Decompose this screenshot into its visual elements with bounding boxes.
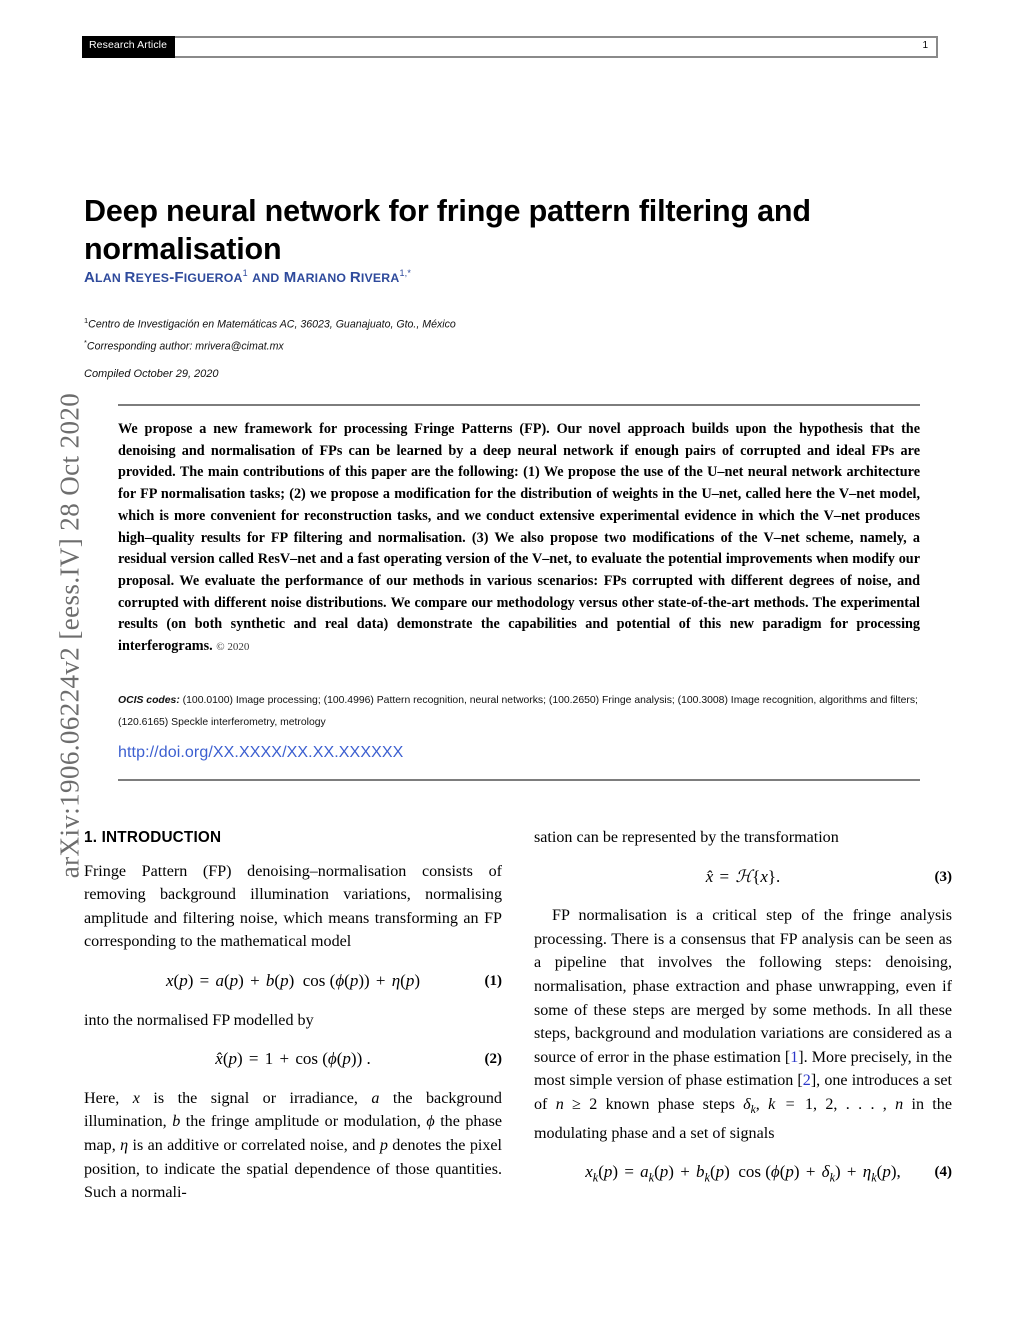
affiliation-1: 1Centro de Investigación en Matemáticas … — [84, 316, 456, 331]
page-number: 1 — [922, 40, 928, 51]
equation-1: x(p) = a(p) + b(p) cos (ϕ(p)) + η(p) (1) — [84, 969, 502, 993]
abstract: We propose a new framework for processin… — [118, 419, 920, 659]
paragraph-right-2: FP normalisation is a critical step of t… — [534, 907, 952, 1142]
paragraph-intro-3: Here, x is the signal or irradiance, a t… — [84, 1089, 503, 1202]
equation-4-number: (4) — [934, 1164, 953, 1181]
paragraph-right-1: sation can be represented by the transfo… — [534, 829, 839, 846]
equation-2: x̂(p) = 1 + cos (ϕ(p)) . (2) — [84, 1047, 502, 1071]
author-list: ALAN REYES-FIGUEROA1 AND MARIANO RIVERA1… — [84, 268, 914, 286]
affiliations: 1Centro de Investigación en Matemáticas … — [84, 312, 914, 355]
header-rule-fill: 1 — [175, 38, 936, 56]
equation-3-number: (3) — [934, 868, 953, 885]
author-2: MARIANO RIVERA1,* — [283, 268, 412, 286]
author-2-affiliation-marker: 1,* — [399, 268, 412, 278]
citation-ref-2[interactable]: 2 — [803, 1072, 811, 1089]
affiliation-2: *Corresponding author: mrivera@cimat.mx — [84, 337, 284, 353]
abstract-rule-top — [118, 404, 920, 406]
body-column-left: 1. INTRODUCTION Fringe Pattern (FP) deno… — [84, 826, 502, 1205]
section-heading-introduction: 1. INTRODUCTION — [84, 829, 222, 846]
author-1-affiliation-marker: 1 — [242, 268, 248, 278]
paragraph-intro-1: Fringe Pattern (FP) denoising–normalisat… — [84, 862, 502, 951]
arxiv-identifier-stamp: arXiv:1906.06224v2 [eess.IV] 28 Oct 2020 — [54, 392, 85, 879]
equation-3: x̂ = ℋ{x}. (3) — [534, 865, 952, 889]
abstract-rule-bottom — [118, 779, 920, 781]
equation-1-body: x(p) = a(p) + b(p) cos (ϕ(p)) + η(p) — [165, 970, 421, 990]
body-column-right: sation can be represented by the transfo… — [534, 826, 952, 1206]
abstract-copyright: © 2020 — [216, 641, 250, 654]
equation-2-number: (2) — [484, 1051, 503, 1068]
ocis-label: OCIS codes: — [118, 695, 180, 706]
page-title: Deep neural network for fringe pattern f… — [84, 194, 811, 267]
author-conjunction: AND — [252, 271, 280, 285]
equation-4-body: xk(p) = ak(p) + bk(p) cos (ϕ(p) + δk) + … — [585, 1162, 901, 1185]
abstract-text: We propose a new framework for processin… — [118, 421, 920, 655]
equation-1-number: (1) — [484, 972, 503, 989]
doi-link[interactable]: http://doi.org/XX.XXXX/XX.XX.XXXXXX — [118, 744, 403, 762]
ocis-codes: OCIS codes: (100.0100) Image processing;… — [118, 690, 920, 734]
equation-2-body: x̂(p) = 1 + cos (ϕ(p)) . — [215, 1049, 371, 1069]
equation-4: xk(p) = ak(p) + bk(p) cos (ϕ(p) + δk) + … — [534, 1160, 952, 1190]
author-1: ALAN REYES-FIGUEROA1 — [84, 268, 248, 286]
paragraph-intro-2: into the normalised FP modelled by — [84, 1011, 314, 1029]
running-header: Research Article 1 — [82, 36, 938, 58]
ocis-text: (100.0100) Image processing; (100.4996) … — [118, 695, 918, 728]
equation-3-body: x̂ = ℋ{x}. — [705, 866, 781, 886]
article-type-badge: Research Article — [82, 36, 176, 58]
compiled-date: Compiled October 29, 2020 — [84, 368, 219, 380]
